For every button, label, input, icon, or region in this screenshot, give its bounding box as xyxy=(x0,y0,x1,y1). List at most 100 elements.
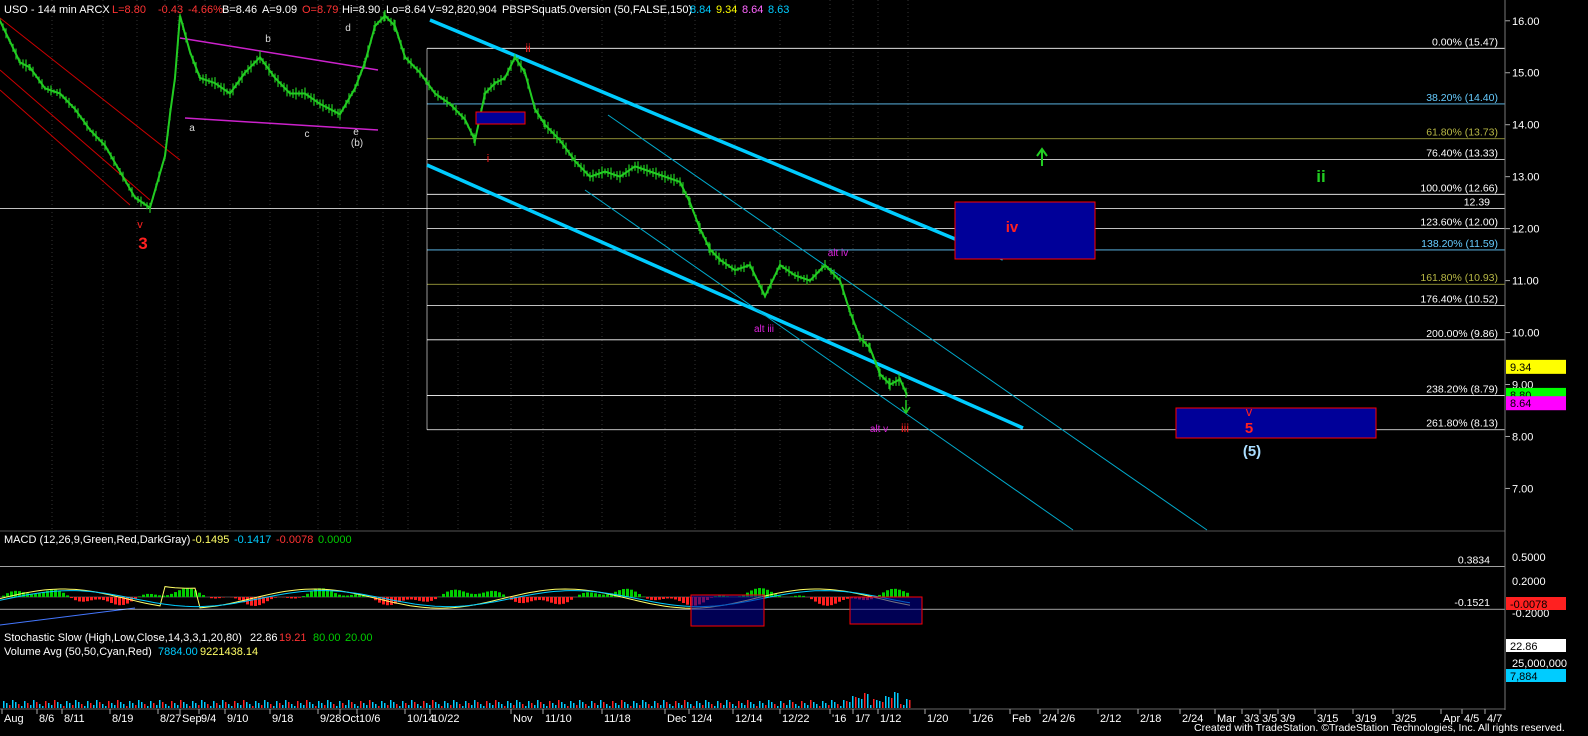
volume-bar xyxy=(627,704,629,708)
macd-hist-bar xyxy=(178,590,181,597)
macd-hist-bar xyxy=(406,597,409,600)
fib-label: 238.20% (8.79) xyxy=(1426,383,1498,395)
volume-bar xyxy=(12,700,14,708)
volume-bar xyxy=(501,704,503,708)
macd-hist-bar xyxy=(214,597,217,599)
volume-bar xyxy=(741,703,743,708)
change-pct: -4.66% xyxy=(188,4,223,16)
volume-bar xyxy=(249,704,251,708)
volume-bar xyxy=(663,700,665,708)
volume-pane: Volume Avg (50,50,Cyan,Red) 7884.00 9221… xyxy=(3,646,1567,708)
volume-bar xyxy=(690,704,692,708)
macd-hist-bar xyxy=(198,592,201,597)
volume-bar xyxy=(507,701,509,708)
macd-hist-bar xyxy=(558,597,561,605)
volume-bar xyxy=(699,703,701,708)
volume-bar xyxy=(459,704,461,708)
volume-bar xyxy=(456,702,458,708)
x-axis-label: 9/28 xyxy=(320,713,341,725)
volume-bar xyxy=(534,705,536,708)
volume-bar xyxy=(48,703,50,708)
volume-bar xyxy=(24,701,26,708)
volume-bar xyxy=(636,703,638,708)
volume-bar xyxy=(834,702,836,708)
level-label-12-39: 12.39 xyxy=(1464,196,1490,208)
macd-hist-bar xyxy=(158,595,161,597)
volume-bar xyxy=(861,699,863,708)
price-axis-label: 7.00 xyxy=(1512,483,1533,495)
volume-bar xyxy=(609,706,611,708)
reg-line xyxy=(0,607,136,626)
volume-bar xyxy=(6,703,8,708)
volume-bar xyxy=(480,704,482,708)
fib-label: 176.40% (10.52) xyxy=(1420,294,1498,306)
volume-bar xyxy=(69,703,71,708)
volume-bar xyxy=(543,704,545,708)
volume-bar xyxy=(429,705,431,708)
volume-bar xyxy=(351,702,353,708)
volume-bar xyxy=(72,705,74,708)
volume-bar xyxy=(189,706,191,708)
macd-hist-bar xyxy=(90,597,93,601)
volume-bar xyxy=(537,700,539,708)
macd-hist-bar xyxy=(494,591,497,597)
volume-bar xyxy=(273,706,275,708)
volume-bar xyxy=(261,705,263,708)
volume-price-tag-label: 7,884 xyxy=(1510,671,1538,683)
macd-hist-bar xyxy=(38,593,41,597)
volume-bar xyxy=(153,703,155,708)
macd-hist-bar xyxy=(182,588,185,597)
volume-bar xyxy=(852,696,854,708)
volume-bar xyxy=(111,703,113,708)
volume-bar xyxy=(711,704,713,708)
x-axis-label: 2/12 xyxy=(1100,713,1121,725)
footer-credit: Created with TradeStation. ©TradeStation… xyxy=(1194,722,1565,734)
macd-hist-bar xyxy=(578,594,581,597)
volume-bar xyxy=(60,704,62,708)
volume-bar xyxy=(483,706,485,708)
volume-bar xyxy=(108,701,110,708)
volume-bar xyxy=(618,705,620,708)
volume-bar xyxy=(300,703,302,708)
volume-bar xyxy=(426,703,428,708)
volume-bar xyxy=(510,703,512,708)
volume-bar xyxy=(477,702,479,708)
volume-bar xyxy=(168,706,170,708)
volume-bar xyxy=(867,694,869,708)
x-axis-label: 8/27 xyxy=(160,713,181,725)
volume-bar xyxy=(552,703,554,708)
volume-bar xyxy=(150,701,152,708)
volume-bar xyxy=(417,704,419,708)
wave-label-v-target: v xyxy=(1246,404,1253,419)
volume-bar xyxy=(768,700,770,708)
volume-bar xyxy=(474,700,476,708)
volume-bar xyxy=(126,706,128,708)
indicator-value-1: 8.84 xyxy=(690,4,711,16)
volume-bar xyxy=(66,701,68,708)
volume-bar xyxy=(363,703,365,708)
chart-canvas: 0.00% (15.47) 38.20% (14.40) 61.80% (13.73… xyxy=(0,0,1567,734)
wave-label-b: b xyxy=(265,34,271,45)
macd-hist-bar xyxy=(534,597,537,601)
macd-hist-bar xyxy=(34,593,37,597)
volume-bar xyxy=(81,704,83,708)
macd-value-3: -0.0078 xyxy=(276,534,313,546)
volume-bar xyxy=(96,700,98,708)
volume-bar xyxy=(159,700,161,708)
macd-hist-bar xyxy=(74,597,77,601)
wave-label-ii: ii xyxy=(525,41,530,55)
volume-bar xyxy=(735,706,737,708)
volume-bar xyxy=(252,706,254,708)
macd-price-tag-label: -0.0078 xyxy=(1510,599,1547,611)
volume-bar xyxy=(57,702,59,708)
volume-bar xyxy=(645,702,647,708)
price-axis-label: 11.00 xyxy=(1512,276,1539,288)
x-axis-label: 1/26 xyxy=(972,713,993,725)
volume-bar xyxy=(771,702,773,708)
wave-label-c: c xyxy=(305,129,310,140)
macd-hist-bar xyxy=(346,595,349,597)
volume-bar xyxy=(888,697,890,708)
volume-bar xyxy=(174,703,176,708)
x-axis-label: 9/10 xyxy=(227,713,248,725)
macd-hist-bar xyxy=(190,588,193,597)
